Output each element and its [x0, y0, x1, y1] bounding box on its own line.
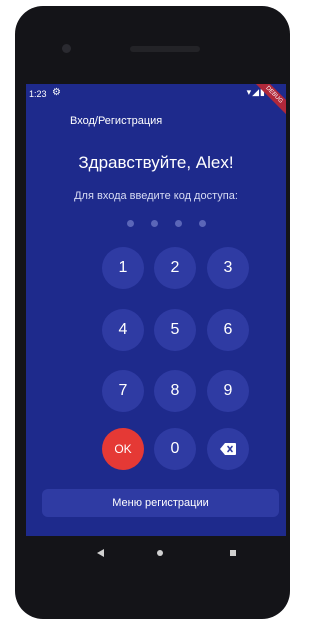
nav-back-icon[interactable]	[97, 549, 104, 557]
nav-home-icon[interactable]	[157, 550, 163, 556]
system-nav-bar	[26, 536, 286, 570]
navbar-layer	[15, 6, 290, 619]
nav-recent-apps-icon[interactable]	[230, 550, 236, 556]
phone-frame: 1:23 ⚙ ▾◢▮ DEBUG Вход/Регистрация Здравс…	[15, 6, 290, 619]
